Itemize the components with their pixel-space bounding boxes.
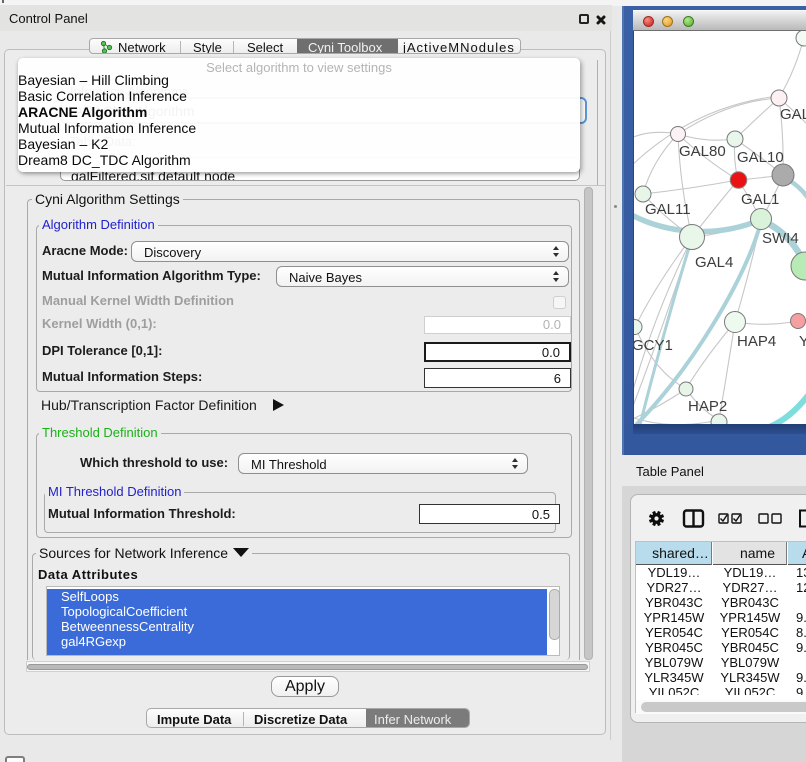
svg-text:HAP2: HAP2 xyxy=(688,398,727,415)
svg-text:GAL11: GAL11 xyxy=(645,201,691,218)
svg-text:GAL4: GAL4 xyxy=(695,254,733,271)
svg-text:YJL: YJL xyxy=(799,333,806,350)
svg-text:GCY1: GCY1 xyxy=(634,337,673,354)
svg-text:GAL1: GAL1 xyxy=(741,191,779,208)
svg-text:GAL7: GAL7 xyxy=(780,106,806,123)
svg-text:GAL10: GAL10 xyxy=(737,149,784,166)
svg-text:GAL80: GAL80 xyxy=(679,143,726,160)
svg-text:HAP4: HAP4 xyxy=(737,333,776,350)
svg-text:SWI4: SWI4 xyxy=(762,230,799,247)
